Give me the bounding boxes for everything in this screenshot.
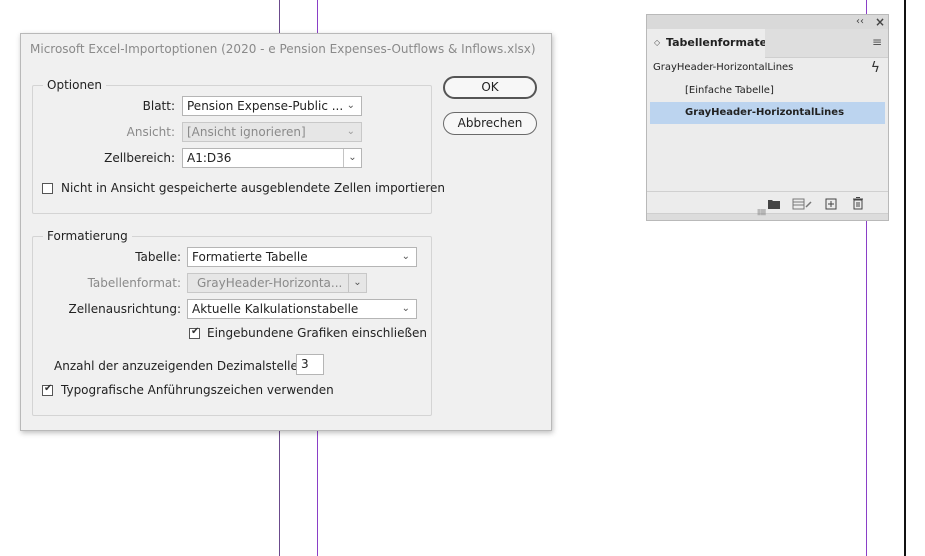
dialog-title: Microsoft Excel-Importoptionen (2020 - e… [30,42,536,56]
blatt-select[interactable]: Pension Expense-Public ... ⌄ [182,96,362,116]
ansicht-select[interactable]: [Ansicht ignorieren] ⌄ [182,122,362,142]
trash-icon[interactable] [852,197,864,210]
zellbereich-label: Zellbereich: [104,151,175,165]
tabelle-value: Formatierte Tabelle [192,250,308,264]
ansicht-label: Ansicht: [126,125,175,139]
zellenausrichtung-value: Aktuelle Kalkulationstabelle [192,302,359,316]
clear-overrides-icon[interactable] [792,198,812,210]
cancel-button[interactable]: Abbrechen [443,112,537,135]
format-legend: Formatierung [43,229,132,243]
zellbereich-combo[interactable]: A1:D36 ⌄ [182,148,362,168]
current-style-name: GrayHeader-HorizontalLines [653,62,794,73]
hidden-cells-checkbox[interactable] [42,183,53,194]
inline-graphics-label: Eingebundene Grafiken einschließen [207,326,427,340]
tab-expand-icon: ◇ [654,38,661,47]
panel-header-bar: ‹‹ × [647,15,888,29]
chevron-down-icon[interactable]: ⌄ [348,274,366,292]
tabellenformat-label: Tabellenformat: [87,276,181,290]
ansicht-value: [Ansicht ignorieren] [187,125,306,139]
blatt-value: Pension Expense-Public ... [187,99,344,113]
folder-icon[interactable] [767,198,781,210]
tab-bar: ≡ [765,29,888,58]
blatt-label: Blatt: [142,99,175,113]
current-style-row: GrayHeader-HorizontalLines ϟ [647,57,888,79]
page-edge [904,0,906,556]
typo-quotes-label: Typografische Anführungszeichen verwende… [61,383,334,397]
checkmark-icon: ✔ [44,383,53,394]
ok-button[interactable]: OK [443,76,537,99]
list-item-selected[interactable]: GrayHeader-HorizontalLines [650,102,885,124]
tabellenformat-value: GrayHeader-Horizonta... [197,276,343,290]
zellbereich-value: A1:D36 [187,151,232,165]
typo-quotes-checkbox[interactable]: ✔ [42,383,53,396]
zellenausrichtung-label: Zellenausrichtung: [68,302,181,316]
chevron-down-icon: ⌄ [401,303,410,314]
chevron-down-icon: ⌄ [346,126,355,137]
chevron-down-icon: ⌄ [346,100,355,111]
panel-menu-icon[interactable]: ≡ [872,36,882,48]
tab-tabellenformate[interactable]: ◇ Tabellenformate [647,29,768,57]
style-item-label: GrayHeader-HorizontalLines [685,107,845,118]
inline-graphics-checkbox[interactable]: ✔ [189,326,200,339]
table-styles-panel: ‹‹ × ◇ Tabellenformate ≡ GrayHeader-Hori… [646,14,889,221]
decimals-input[interactable]: 3 [296,354,324,375]
new-style-icon[interactable] [825,198,837,210]
tabelle-label: Tabelle: [135,250,181,264]
collapse-icon[interactable]: ‹‹ [856,15,864,29]
resize-grip[interactable]: |||||||| [647,209,888,220]
tabellenformat-combo[interactable]: GrayHeader-Horizonta... ⌄ [187,273,367,293]
tab-label: Tabellenformate [666,36,768,49]
decimals-label: Anzahl der anzuzeigenden Dezimalstellen: [54,359,310,373]
style-item-label: [Einfache Tabelle] [685,85,774,96]
lightning-icon[interactable]: ϟ [871,57,880,79]
chevron-down-icon[interactable]: ⌄ [343,149,361,167]
close-icon[interactable]: × [875,15,885,29]
zellenausrichtung-select[interactable]: Aktuelle Kalkulationstabelle ⌄ [187,299,417,319]
grip-icon: |||||||| [757,209,766,216]
tabelle-select[interactable]: Formatierte Tabelle ⌄ [187,247,417,267]
options-legend: Optionen [43,78,107,92]
list-item[interactable]: [Einfache Tabelle] [647,80,888,102]
chevron-down-icon: ⌄ [401,251,410,262]
checkmark-icon: ✔ [191,326,200,337]
hidden-cells-label: Nicht in Ansicht gespeicherte ausgeblend… [61,181,446,195]
excel-import-dialog: Microsoft Excel-Importoptionen (2020 - e… [20,33,552,431]
